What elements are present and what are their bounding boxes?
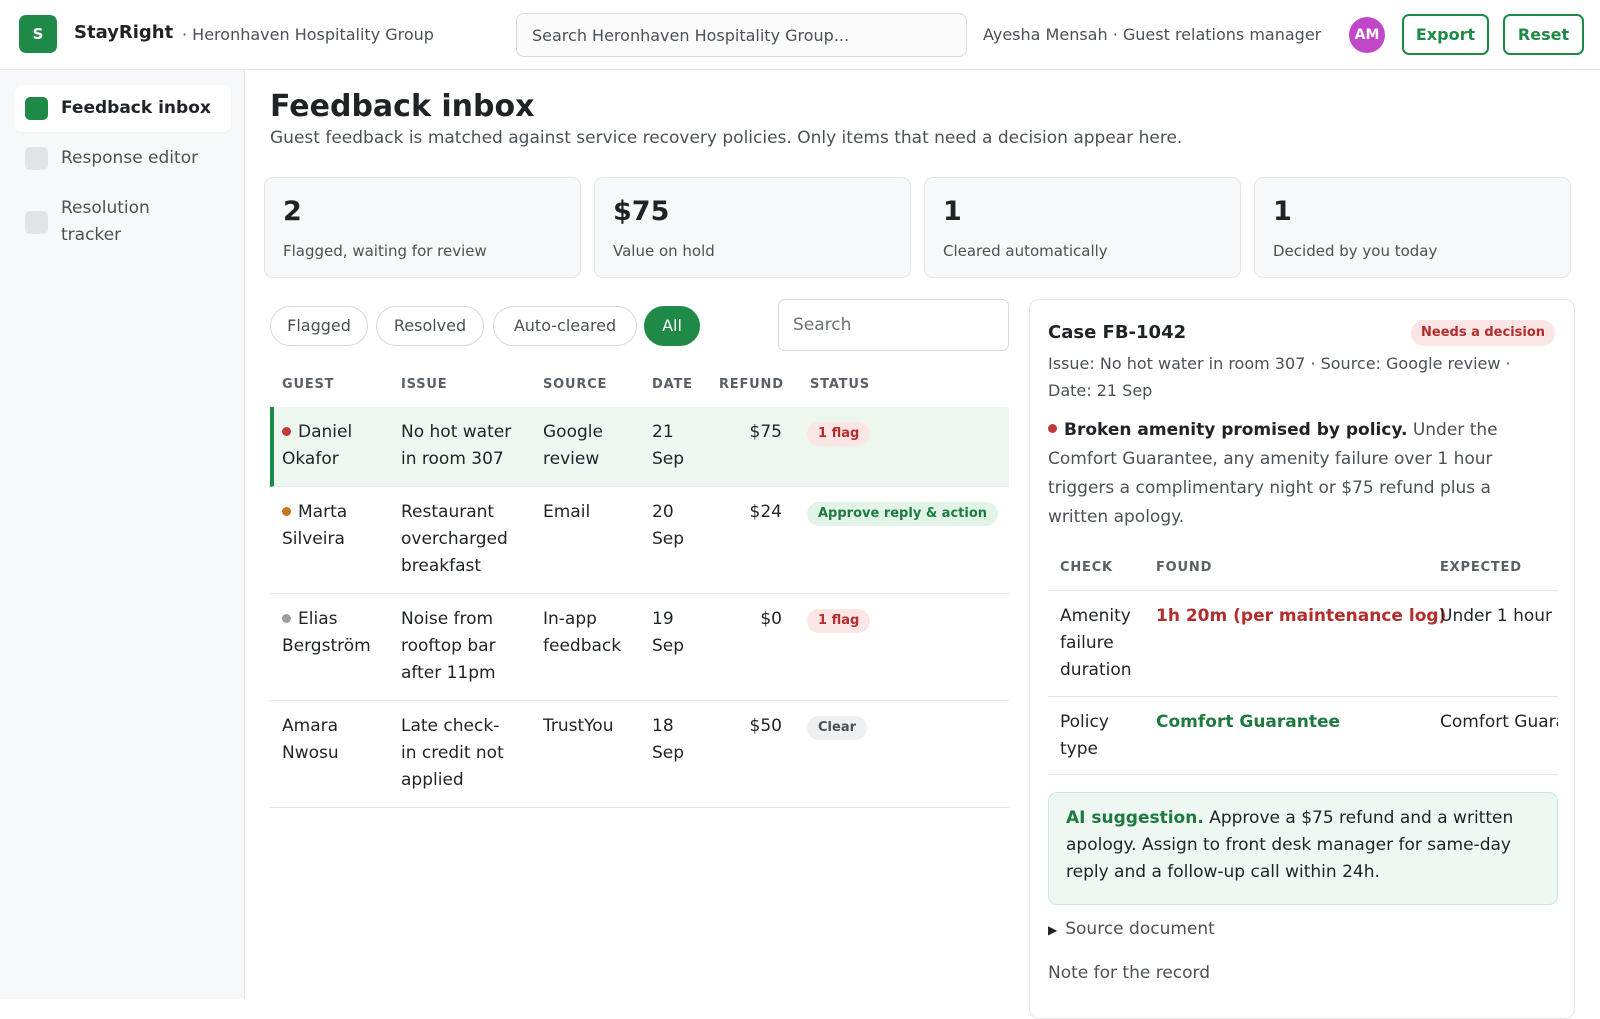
ai-suggestion: AI suggestion. Approve a $75 refund and … — [1048, 792, 1558, 905]
column-header-issue[interactable]: ISSUE — [401, 377, 447, 392]
table-row[interactable]: Elias Bergström Noise from rooftop bar afte… — [270, 594, 1009, 701]
stat-label: Flagged, waiting for review — [283, 242, 487, 260]
source-document-toggle[interactable]: ▶ Source document — [1048, 919, 1215, 939]
finding-dot — [1048, 424, 1057, 433]
stat-value: $75 — [613, 196, 670, 227]
sidebar-item-label: Response editor — [61, 148, 199, 168]
status-badge: Needs a decision — [1411, 320, 1556, 346]
avatar[interactable]: AM — [1349, 17, 1385, 53]
date-cell: 20 Sep — [652, 502, 685, 549]
issue-cell: Late check-in credit not applied — [401, 716, 504, 790]
status-badge: Approve reply & action — [807, 502, 999, 526]
status-dot — [282, 614, 291, 623]
main-content: Feedback inbox Guest feedback is matched… — [245, 70, 1600, 1019]
table-row[interactable]: Marta Silveira Restaurant overcharged break… — [270, 487, 1009, 594]
resolution-tracker-icon — [25, 211, 48, 234]
sidebar-item-resolution-tracker[interactable]: Resolution tracker — [14, 185, 231, 255]
source-cell: In-app feedback — [543, 609, 622, 656]
check-row: Policy type Comfort Guarantee Comfort Gua… — [1048, 696, 1558, 775]
caret-right-icon: ▶ — [1048, 923, 1058, 937]
case-meta: Issue: No hot water in room 307 · Source… — [1048, 354, 1511, 400]
case-detail-panel: Case FB-1042 Needs a decision Issue: No … — [1029, 299, 1575, 1019]
reset-button[interactable]: Reset — [1503, 14, 1584, 55]
check-found: 1h 20m (per maintenance log) — [1156, 606, 1447, 626]
stat-value: 1 — [943, 196, 962, 227]
stat-card-value-on-hold: $75 Value on hold — [594, 177, 911, 278]
status-badge: Clear — [807, 716, 867, 740]
source-cell: Email — [543, 502, 591, 522]
table-row[interactable]: Amara Nwosu Late check-in credit not appli… — [270, 701, 1009, 808]
top-bar: S StayRight · Heronhaven Hospitality Gro… — [0, 0, 1600, 70]
check-name: Policy type — [1060, 712, 1109, 759]
filter-chip-auto-cleared[interactable]: Auto-cleared — [493, 306, 637, 346]
column-header-found: FOUND — [1156, 560, 1213, 575]
check-expected: Comfort Guarantee — [1440, 712, 1558, 732]
status-badge: 1 flag — [807, 422, 871, 446]
issue-cell: No hot water in room 307 — [401, 422, 512, 469]
policy-finding: Broken amenity promised by policy. Under… — [1048, 420, 1498, 527]
refund-cell: $75 — [749, 422, 782, 442]
column-header-check: CHECK — [1060, 560, 1113, 575]
app-logo[interactable]: S — [19, 15, 57, 53]
column-header-source[interactable]: SOURCE — [543, 377, 607, 392]
guest-cell: Amara Nwosu — [282, 716, 339, 763]
date-cell: 19 Sep — [652, 609, 685, 656]
stat-card-decided: 1 Decided by you today — [1254, 177, 1571, 278]
refund-cell: $24 — [749, 502, 782, 522]
stat-card-cleared: 1 Cleared automatically — [924, 177, 1241, 278]
sidebar-item-feedback-inbox[interactable]: Feedback inbox — [14, 85, 231, 132]
issue-cell: Noise from rooftop bar after 11pm — [401, 609, 496, 683]
organization-name: · Heronhaven Hospitality Group — [182, 25, 434, 44]
stat-card-flagged: 2 Flagged, waiting for review — [264, 177, 581, 278]
status-dot — [282, 507, 291, 516]
stat-label: Cleared automatically — [943, 242, 1108, 260]
date-cell: 21 Sep — [652, 422, 685, 469]
column-header-expected: EXPECTED — [1440, 560, 1522, 575]
status-dot — [282, 427, 291, 436]
guest-cell: Elias Bergström — [282, 609, 371, 656]
filter-chip-resolved[interactable]: Resolved — [376, 306, 484, 346]
stat-value: 1 — [1273, 196, 1292, 227]
ai-suggestion-text: AI suggestion. Approve a $75 refund and … — [1066, 808, 1514, 882]
note-label: Note for the record — [1048, 963, 1211, 983]
table-row[interactable]: Daniel Okafor No hot water in room 307 Goo… — [270, 407, 1009, 487]
user-info: Ayesha Mensah · Guest relations manager — [983, 25, 1322, 44]
response-editor-icon — [25, 147, 48, 170]
check-row: Amenity failure duration 1h 20m (per maint… — [1048, 590, 1558, 696]
list-search-input[interactable] — [778, 299, 1009, 351]
refund-cell: $50 — [749, 716, 782, 736]
filter-chip-flagged[interactable]: Flagged — [270, 306, 368, 346]
sidebar-item-label: Resolution tracker — [61, 198, 150, 245]
export-button[interactable]: Export — [1402, 14, 1489, 55]
source-cell: Google review — [543, 422, 603, 469]
check-name: Amenity failure duration — [1060, 606, 1132, 680]
case-title: Case FB-1042 — [1048, 322, 1187, 343]
source-cell: TrustYou — [543, 716, 614, 736]
brand-name: StayRight — [74, 22, 174, 43]
issue-cell: Restaurant overcharged breakfast — [401, 502, 508, 576]
stat-label: Value on hold — [613, 242, 715, 260]
global-search-input[interactable] — [516, 13, 967, 57]
filter-chip-all[interactable]: All — [644, 306, 700, 346]
page-title: Feedback inbox — [270, 89, 535, 124]
checks-table: CHECK FOUND EXPECTED Amenity failure durat… — [1048, 548, 1558, 780]
date-cell: 18 Sep — [652, 716, 685, 763]
page-subtitle: Guest feedback is matched against servic… — [270, 128, 1183, 148]
stat-value: 2 — [283, 196, 302, 227]
stat-label: Decided by you today — [1273, 242, 1438, 260]
check-found: Comfort Guarantee — [1156, 712, 1341, 732]
sidebar-item-response-editor[interactable]: Response editor — [14, 135, 231, 182]
guest-cell: Marta Silveira — [282, 502, 348, 549]
sidebar-item-label: Feedback inbox — [61, 98, 211, 118]
column-header-date[interactable]: DATE — [652, 377, 693, 392]
feedback-inbox-icon — [25, 97, 48, 120]
check-expected: Under 1 hour — [1440, 606, 1553, 626]
sidebar: Feedback inbox Response editor Resolutio… — [0, 70, 245, 999]
guest-cell: Daniel Okafor — [282, 422, 353, 469]
status-badge: 1 flag — [807, 609, 871, 633]
column-header-status[interactable]: STATUS — [810, 377, 870, 392]
column-header-refund[interactable]: REFUND — [719, 377, 784, 392]
column-header-guest[interactable]: GUEST — [282, 377, 334, 392]
refund-cell: $0 — [760, 609, 782, 629]
